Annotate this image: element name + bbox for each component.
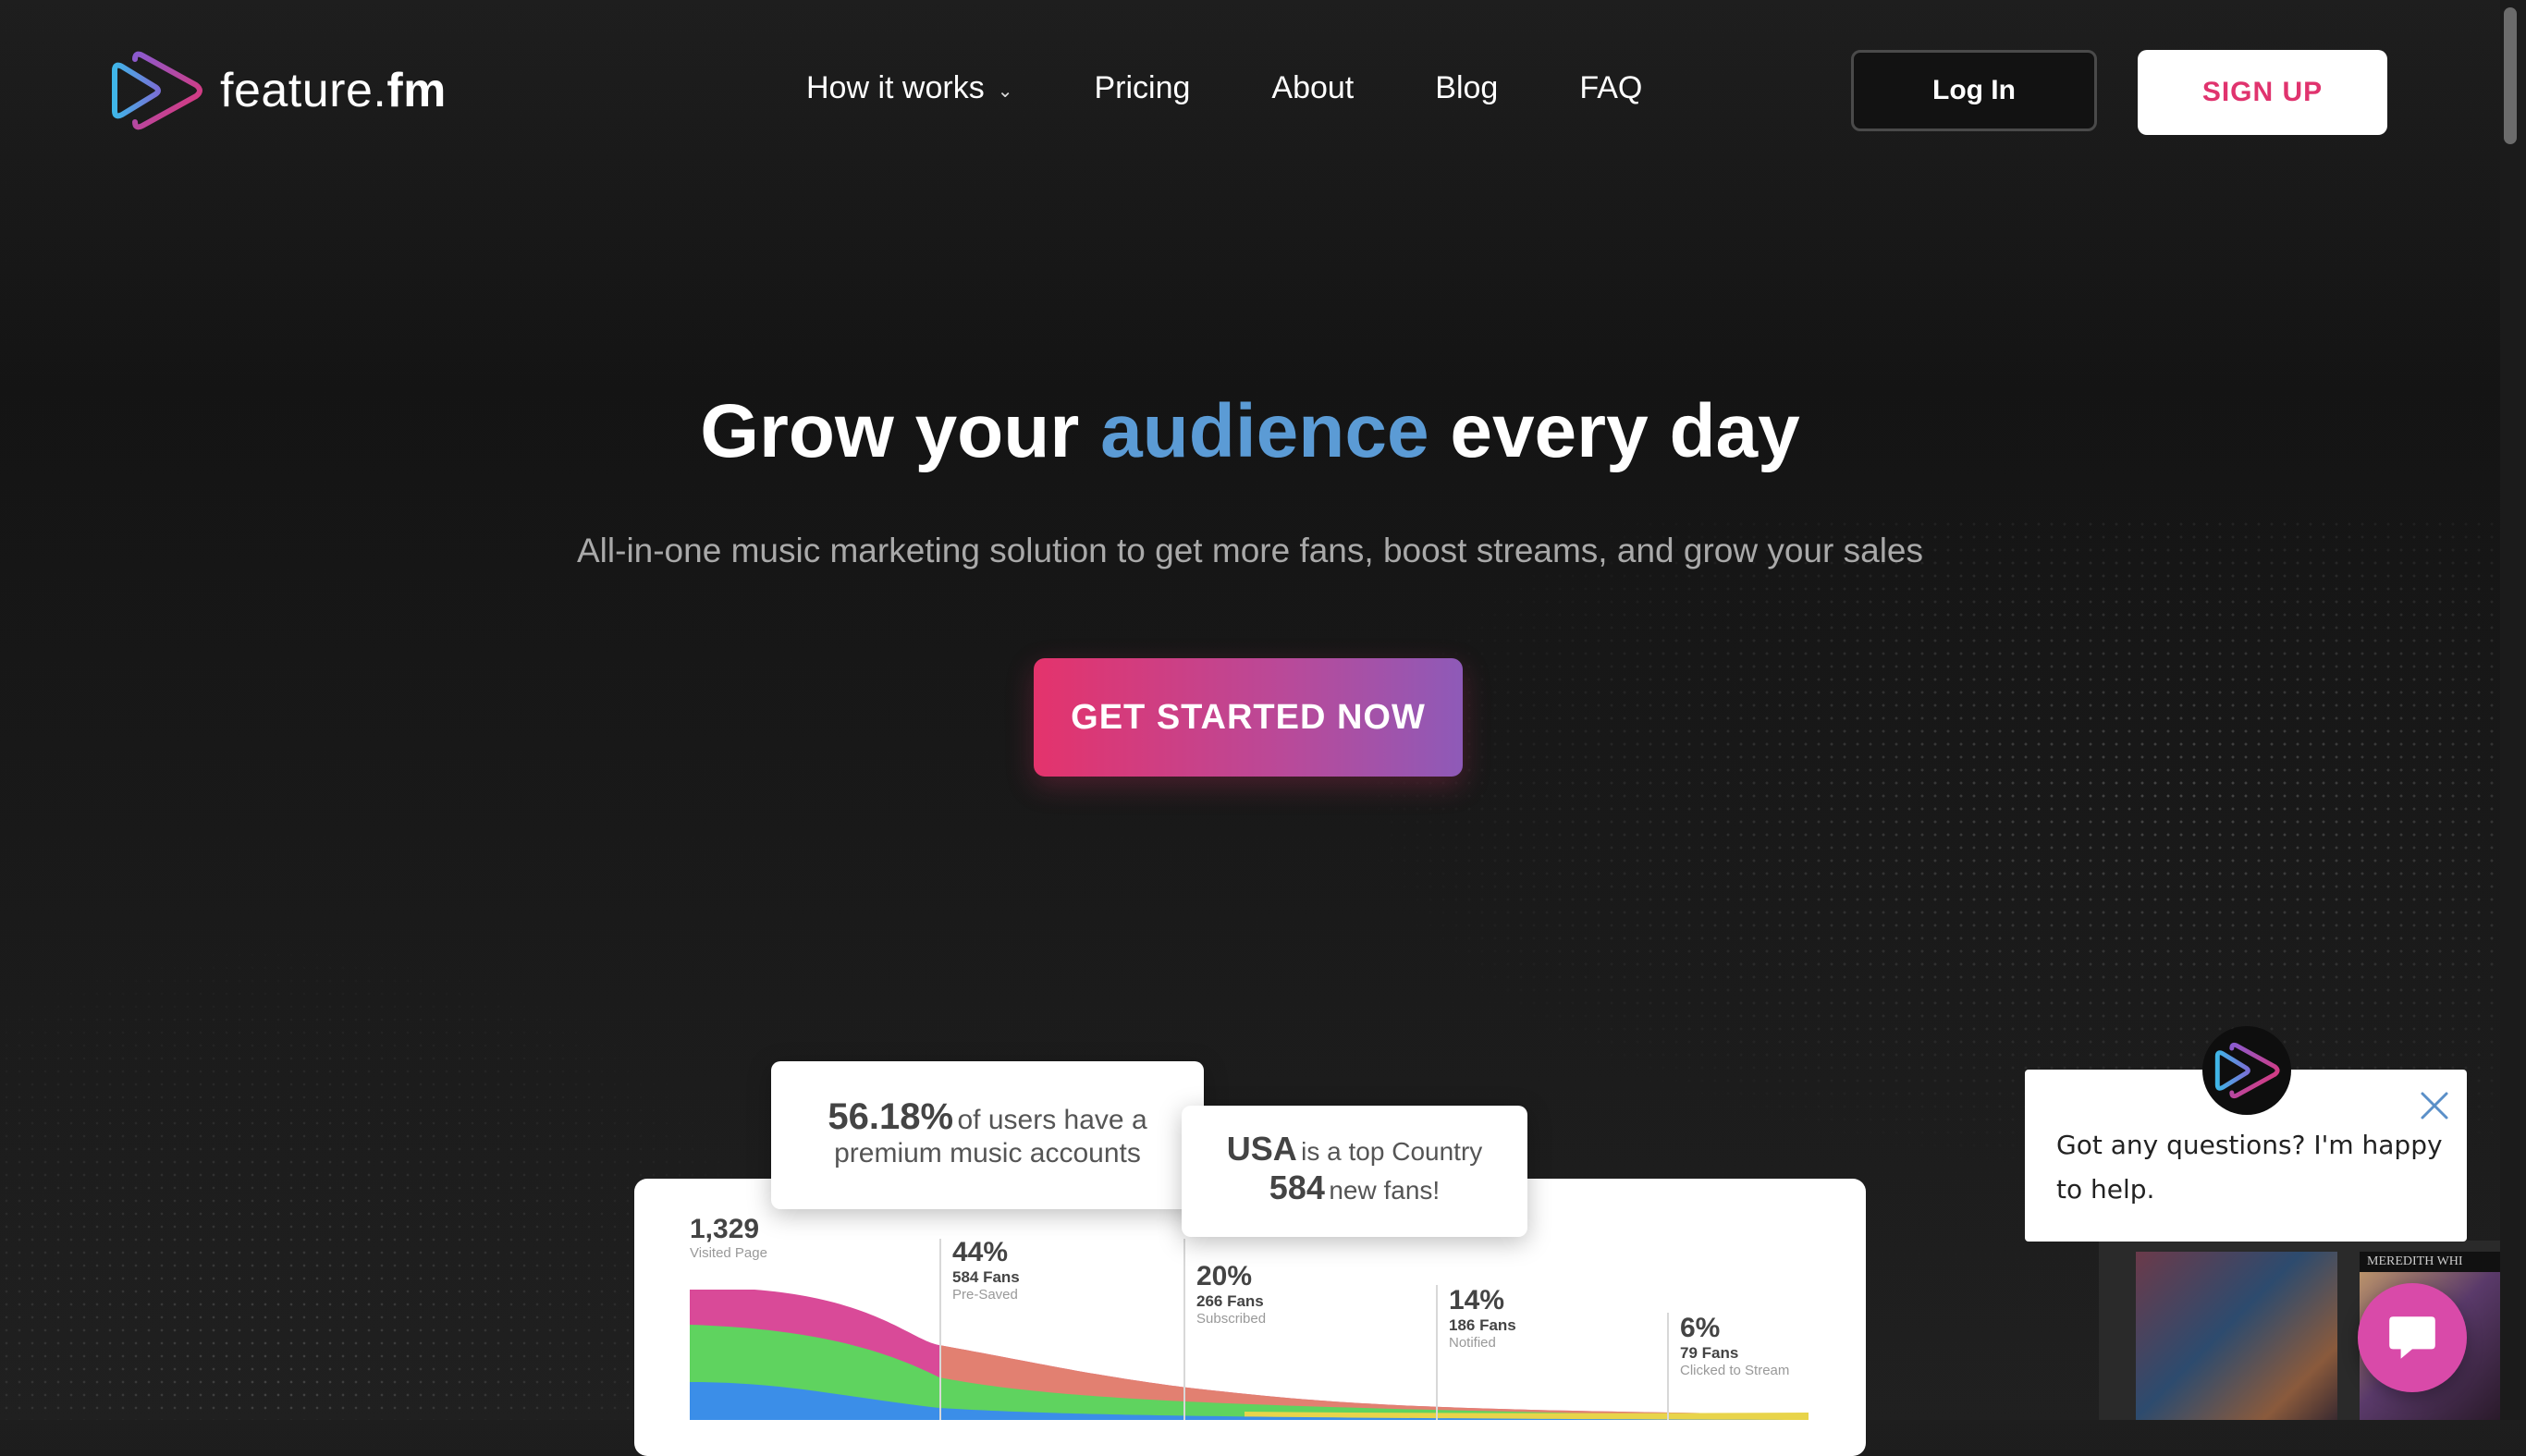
stage-label: Notified [1449,1335,1496,1351]
nav-how-it-works-label: How it works [806,70,985,105]
premium-accounts-card: 56.18% of users have a premium music acc… [771,1061,1204,1209]
funnel-stage-subscribed: 20% 266 Fans Subscribed [1196,1261,1266,1327]
nav-pricing-label: Pricing [1094,70,1191,105]
play-logo-icon [112,51,202,130]
nav-pricing[interactable]: Pricing [1094,70,1190,106]
brand-name: feature.fm [220,64,447,117]
hero-title: Grow your audience every day [0,388,2500,475]
main-nav: How it works ⌄ Pricing About Blog FAQ [806,70,1723,106]
stage-value: 6% [1680,1313,1721,1343]
stage-label: Visited Page [690,1245,767,1261]
chat-bubble-icon [2389,1316,2435,1359]
stage-value: 14% [1449,1285,1505,1315]
album-caption: MEREDITH WHI [2360,1252,2500,1272]
stage-fans: 79 Fans [1680,1344,1739,1362]
stage-label: Pre-Saved [952,1287,1018,1303]
login-button[interactable]: Log In [1851,50,2097,131]
nav-how-it-works[interactable]: How it works ⌄ [806,70,1012,106]
nav-faq-label: FAQ [1579,70,1643,105]
premium-text-line2: premium music accounts [834,1138,1141,1168]
get-started-button[interactable]: GET STARTED NOW [1034,658,1463,777]
funnel-stage-presaved: 44% 584 Fans Pre-Saved [952,1237,1020,1303]
funnel-stage-visited: 1,329 Visited Page [690,1214,767,1261]
hero-title-start: Grow your [700,389,1080,473]
premium-text-line1: of users have a [957,1105,1147,1135]
nav-about-label: About [1271,70,1355,105]
stage-fans: 186 Fans [1449,1316,1516,1334]
play-logo-icon [2214,1042,2280,1099]
stage-value: 44% [952,1237,1009,1267]
funnel-stage-notified: 14% 186 Fans Notified [1449,1285,1516,1351]
funnel-divider [1183,1239,1185,1420]
funnel-divider [939,1239,941,1420]
nav-blog[interactable]: Blog [1435,70,1498,106]
chat-agent-avatar [2202,1026,2291,1115]
chevron-down-icon: ⌄ [997,81,1013,102]
country-text-line1: is a top Country [1301,1137,1483,1166]
hero-subtitle: All-in-one music marketing solution to g… [577,532,1923,569]
nav-blog-label: Blog [1435,70,1499,105]
top-country: USA [1226,1130,1297,1168]
funnel-divider [1667,1313,1669,1420]
new-fans-count: 584 [1269,1168,1325,1206]
nav-about[interactable]: About [1271,70,1354,106]
stage-value: 20% [1196,1261,1253,1291]
funnel-divider [1436,1285,1438,1420]
nav-faq[interactable]: FAQ [1579,70,1642,106]
stage-value: 1,329 [690,1214,760,1244]
scrollbar-thumb[interactable] [2504,7,2517,144]
hero-title-accent: audience [1100,389,1429,473]
stage-fans: 584 Fans [952,1268,1020,1286]
chat-message: Got any questions? I'm happy to help. [2056,1130,2443,1205]
close-icon[interactable] [2419,1090,2450,1121]
country-text-line2: new fans! [1329,1176,1441,1205]
brand-logo[interactable]: feature.fm [109,50,447,131]
signup-button[interactable]: SIGN UP [2138,50,2387,135]
stage-label: Clicked to Stream [1680,1363,1790,1378]
chat-launcher-button[interactable] [2358,1283,2467,1392]
page-scrollbar[interactable] [2500,0,2526,1420]
album-cover [2136,1252,2337,1420]
hero-title-end: every day [1450,389,1800,473]
stage-label: Subscribed [1196,1311,1267,1327]
stage-fans: 266 Fans [1196,1292,1264,1310]
funnel-stage-clicked: 6% 79 Fans Clicked to Stream [1680,1313,1789,1378]
top-country-card: USA is a top Country 584 new fans! [1182,1106,1527,1237]
premium-percent: 56.18% [828,1096,954,1137]
